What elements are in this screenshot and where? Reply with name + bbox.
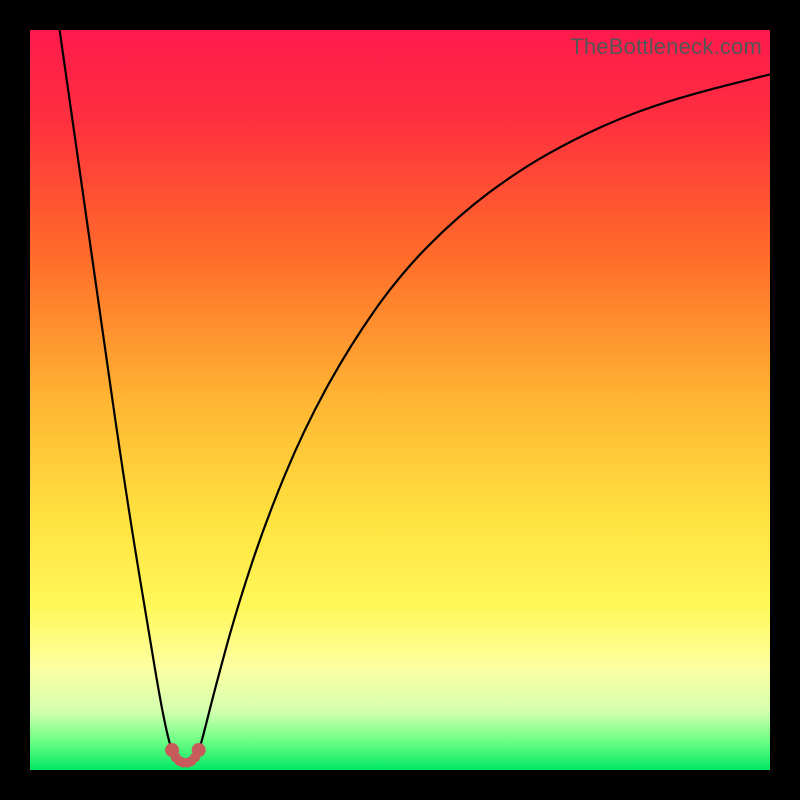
chart-frame: TheBottleneck.com <box>30 30 770 770</box>
bottleneck-chart <box>30 30 770 770</box>
watermark-label: TheBottleneck.com <box>570 34 762 60</box>
gradient-background <box>30 30 770 770</box>
valley-marker <box>192 743 206 757</box>
